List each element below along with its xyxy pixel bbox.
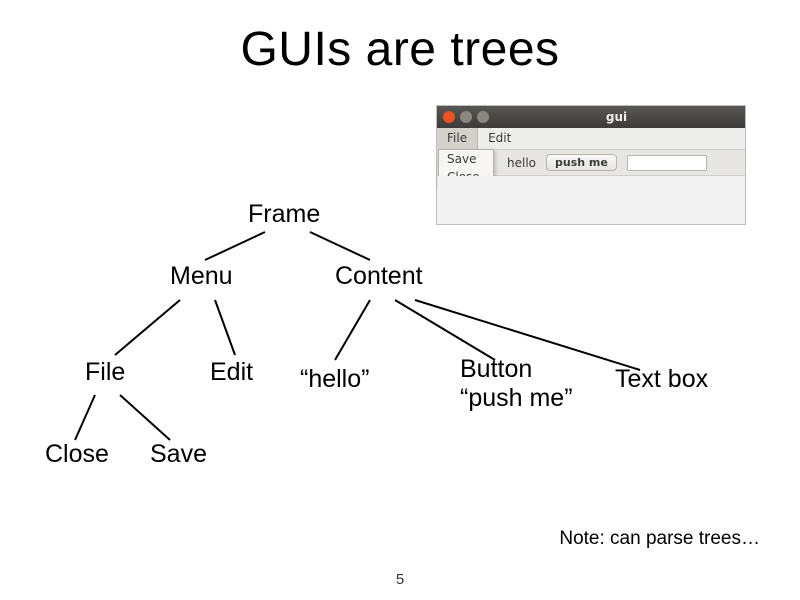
slide-title: GUIs are trees — [0, 22, 800, 77]
mock-hello-label: hello — [507, 156, 536, 170]
node-content: Content — [335, 262, 423, 291]
node-close: Close — [45, 440, 109, 469]
node-save: Save — [150, 440, 207, 469]
mock-menu-edit[interactable]: Edit — [478, 128, 521, 149]
footer-note: Note: can parse trees… — [559, 528, 760, 550]
mock-pushme-button[interactable]: push me — [546, 154, 617, 171]
mock-window-title: gui — [494, 110, 739, 124]
window-maximize-icon — [477, 111, 489, 123]
mock-content-area — [438, 176, 744, 223]
mock-text-input[interactable] — [627, 155, 707, 171]
node-button: Button “push me” — [460, 355, 573, 413]
mock-window: gui File Edit hello push me Save Close — [436, 105, 746, 225]
node-hello: “hello” — [300, 365, 369, 394]
node-button-line1: Button — [460, 355, 573, 384]
page-number: 5 — [0, 571, 800, 588]
mock-dropdown-save[interactable]: Save — [439, 150, 493, 168]
mock-titlebar: gui — [437, 106, 745, 128]
node-menu: Menu — [170, 262, 233, 291]
window-close-icon — [443, 111, 455, 123]
node-edit: Edit — [210, 358, 253, 387]
node-textbox: Text box — [615, 365, 708, 394]
node-file: File — [85, 358, 125, 387]
tree-edges — [0, 0, 800, 600]
mock-menubar: File Edit — [437, 128, 745, 150]
node-frame: Frame — [248, 200, 320, 229]
mock-menu-file[interactable]: File — [437, 128, 478, 149]
window-minimize-icon — [460, 111, 472, 123]
node-button-line2: “push me” — [460, 384, 573, 413]
